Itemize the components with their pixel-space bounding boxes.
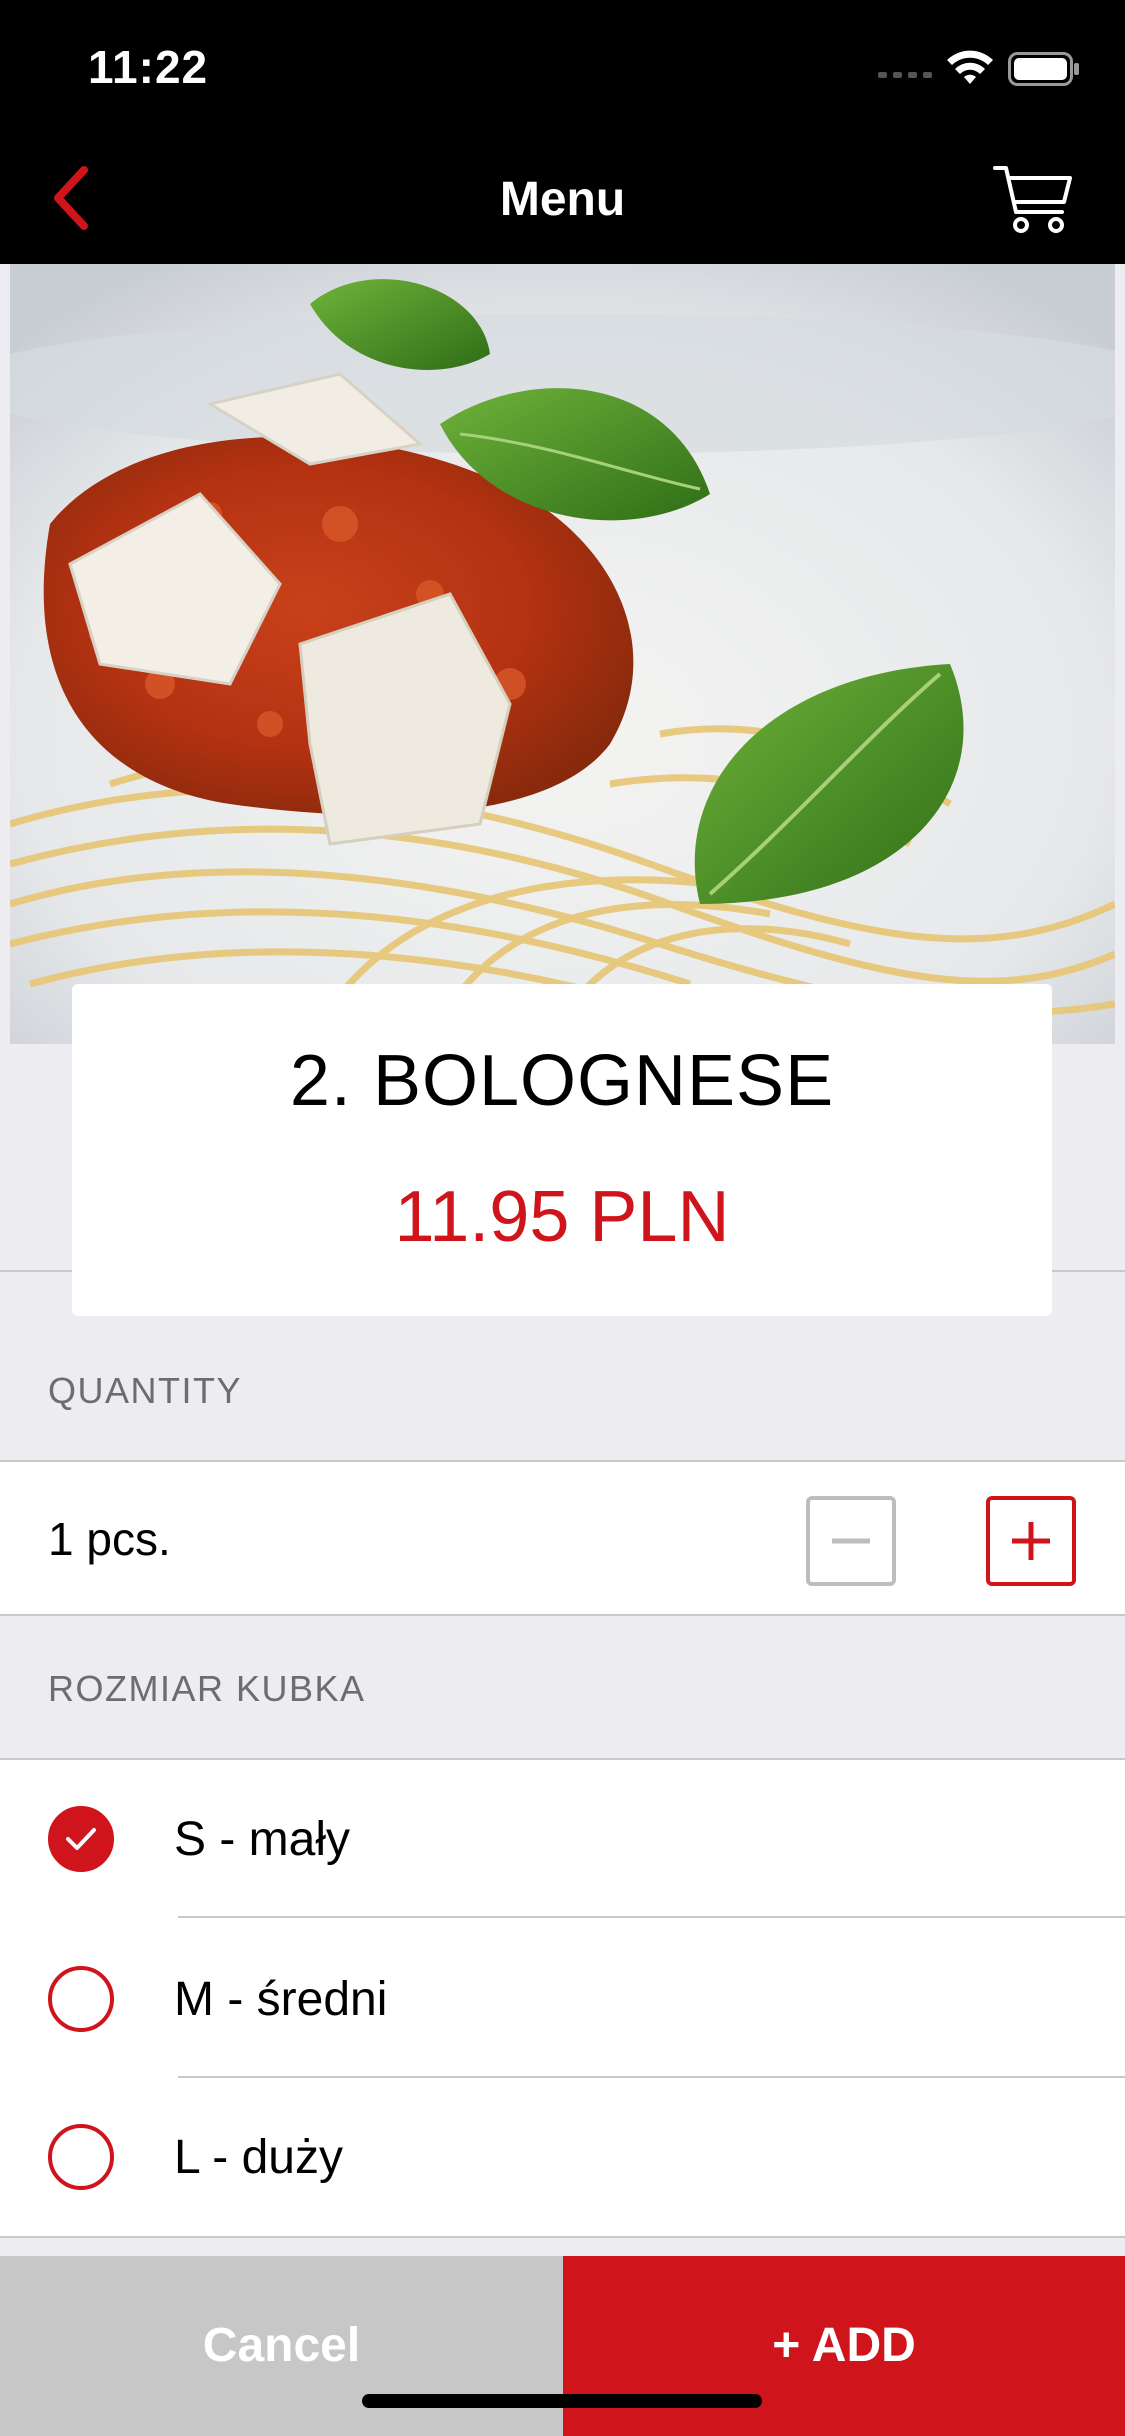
plus-icon	[1012, 1522, 1050, 1560]
navigation-bar: Menu	[0, 132, 1125, 264]
radio-checked[interactable]	[48, 1806, 114, 1872]
quantity-value: 1 pcs.	[48, 1513, 171, 1565]
size-option-label: M - średni	[174, 1973, 388, 2026]
radio-unchecked[interactable]	[48, 1966, 114, 2032]
cancel-button[interactable]: Cancel	[0, 2256, 563, 2436]
cart-button[interactable]	[992, 162, 1074, 236]
quantity-section-header: QUANTITY	[0, 1316, 1125, 1460]
quantity-row: 1 pcs.	[0, 1460, 1125, 1616]
status-bar: 11:22	[0, 0, 1125, 132]
product-price: 11.95 PLN	[394, 1177, 730, 1257]
decrease-quantity-button[interactable]	[806, 1496, 896, 1586]
size-option-label: S - mały	[174, 1813, 351, 1866]
divider	[178, 1916, 1125, 1918]
product-card: 2. BOLOGNESE 11.95 PLN	[72, 984, 1052, 1316]
product-name: 2. BOLOGNESE	[289, 1041, 835, 1121]
radio-unchecked[interactable]	[48, 2124, 114, 2190]
minus-icon	[832, 1538, 870, 1544]
quantity-section-label: QUANTITY	[48, 1370, 243, 1411]
spaghetti-bolognese-photo	[10, 264, 1115, 1044]
wifi-icon	[947, 50, 993, 84]
increase-quantity-button[interactable]	[986, 1496, 1076, 1586]
size-option-m[interactable]: M - średni	[0, 1920, 1125, 2078]
size-section-label: ROZMIAR KUBKA	[48, 1668, 366, 1709]
add-to-cart-button[interactable]: + ADD	[563, 2256, 1125, 2436]
size-option-label: L - duży	[174, 2131, 343, 2184]
page-title: Menu	[499, 173, 626, 226]
size-options-list: S - mały M - średni L - duży	[0, 1758, 1125, 2238]
cart-icon	[993, 166, 1072, 233]
cancel-button-label: Cancel	[202, 2319, 361, 2372]
size-option-s[interactable]: S - mały	[0, 1760, 1125, 1918]
size-section-header: ROZMIAR KUBKA	[0, 1616, 1125, 1758]
home-indicator	[362, 2394, 762, 2408]
add-button-label: + ADD	[772, 2319, 916, 2372]
status-time: 11:22	[88, 41, 209, 93]
size-option-l[interactable]: L - duży	[0, 2078, 1125, 2236]
signal-icon	[878, 72, 932, 78]
checkmark-icon	[66, 1828, 96, 1850]
product-image	[10, 264, 1115, 1044]
battery-icon	[1008, 52, 1079, 86]
